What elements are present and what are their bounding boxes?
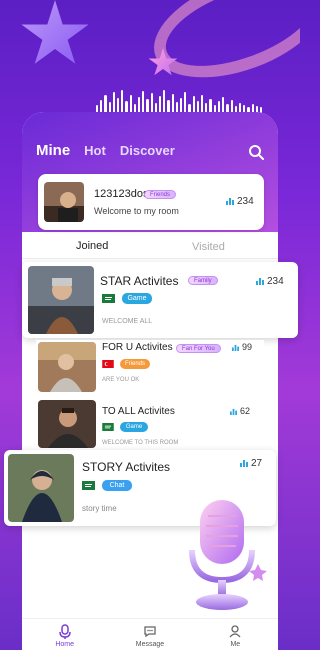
tab-hot[interactable]: Hot	[84, 143, 106, 158]
bottom-tabbar: Home Message Me	[22, 618, 278, 650]
tab-mine[interactable]: Mine	[36, 142, 70, 159]
tag-game: Game	[120, 422, 148, 432]
room-list-item[interactable]: TO ALL Activites 62 Game WELCOME TO THIS…	[36, 398, 264, 452]
tab-home[interactable]: Home	[22, 619, 107, 650]
saudi-flag-icon	[102, 423, 114, 431]
microphone-decoration	[189, 500, 267, 610]
star-decoration	[21, 0, 89, 64]
my-room-card[interactable]: 123123doso Friends Welcome to my room 23…	[38, 174, 264, 230]
room-list-item[interactable]: STAR Activites Family 234 Game WELCOME A…	[22, 262, 298, 338]
tag-game: Game	[122, 293, 152, 304]
live-bars-icon	[226, 198, 234, 205]
tab-me-label: Me	[230, 641, 241, 648]
room-title: STORY Activites	[82, 460, 171, 474]
tab-visited[interactable]: Visited	[192, 241, 225, 253]
saudi-flag-icon	[102, 294, 115, 303]
listener-count: 99	[232, 342, 252, 352]
divider	[22, 258, 278, 259]
live-bars-icon	[240, 460, 248, 467]
room-list-item[interactable]: FOR U Activites Fan For You 99 Friends A…	[36, 340, 264, 394]
live-bars-icon	[230, 408, 237, 415]
room-description: WELCOME TO THIS ROOM	[102, 440, 179, 446]
live-bars-icon	[256, 278, 264, 285]
listener-count: 62	[230, 406, 250, 416]
turkey-flag-icon	[102, 360, 114, 368]
fan-badge: Fan For You	[176, 344, 221, 353]
tab-message[interactable]: Message	[107, 619, 192, 650]
tab-home-label: Home	[55, 641, 74, 648]
tab-discover[interactable]: Discover	[120, 143, 175, 158]
tag-friends: Friends	[120, 359, 150, 369]
profile-icon	[229, 625, 241, 638]
room-description: story time	[82, 504, 117, 513]
listener-count: 234	[256, 276, 284, 287]
room-title: TO ALL Activites	[102, 406, 175, 417]
room-thumbnail	[38, 400, 96, 448]
room-greeting: Welcome to my room	[94, 206, 179, 216]
saudi-flag-icon	[82, 481, 95, 490]
live-bars-icon	[232, 344, 239, 351]
search-icon[interactable]	[248, 144, 264, 160]
listener-count: 27	[240, 458, 262, 469]
room-thumbnail	[28, 266, 94, 334]
room-thumbnail	[38, 342, 96, 392]
tab-message-label: Message	[135, 641, 165, 648]
ribbon-decoration	[140, 0, 300, 99]
tab-me[interactable]: Me	[193, 619, 278, 650]
family-badge: Family	[188, 276, 218, 285]
tab-joined[interactable]: Joined	[76, 240, 108, 252]
listener-count: 234	[226, 196, 254, 207]
room-title: STAR Activites	[100, 274, 179, 288]
friends-badge: Friends	[144, 190, 177, 199]
room-title: FOR U Activites	[102, 342, 173, 353]
room-thumbnail	[8, 454, 74, 522]
top-nav: Mine Hot Discover	[36, 142, 175, 159]
avatar	[44, 182, 84, 222]
message-icon	[144, 626, 156, 638]
tag-chat: Chat	[102, 480, 132, 491]
room-description: ARE YOU OK	[102, 377, 140, 383]
hero-decoration	[0, 0, 300, 130]
room-description: WELCOME ALL	[102, 318, 153, 325]
home-mic-icon	[58, 624, 71, 639]
